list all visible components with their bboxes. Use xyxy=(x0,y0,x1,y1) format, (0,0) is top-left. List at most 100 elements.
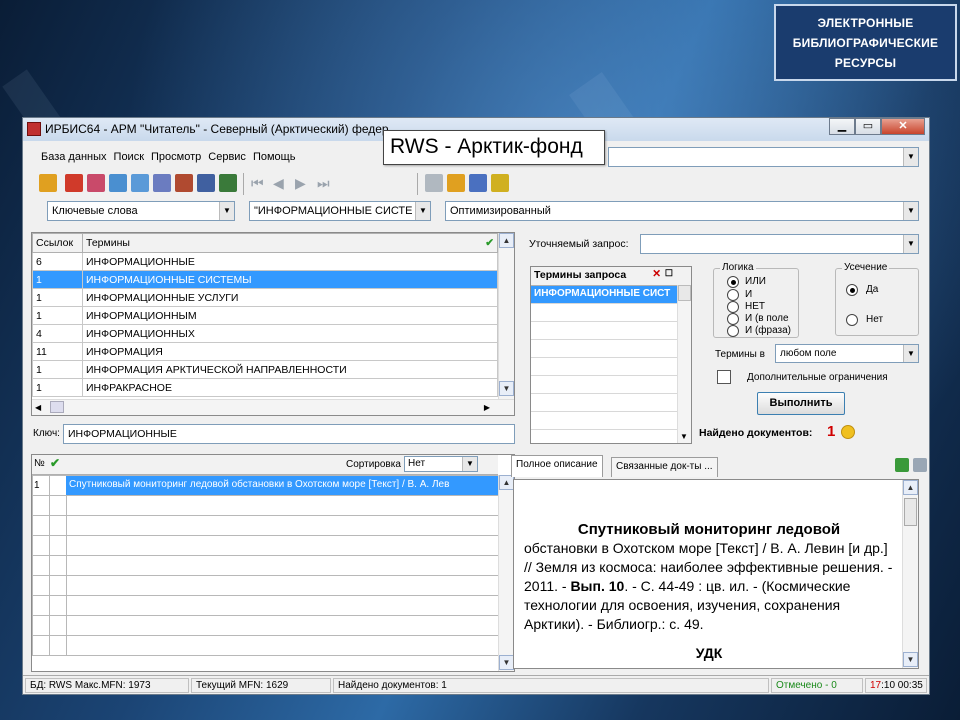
truncation-yes-label: Да xyxy=(866,284,879,295)
table-row[interactable]: 4 ИНФОРМАЦИОННЫХ xyxy=(32,324,498,343)
row-text-cell xyxy=(66,535,499,556)
logic-and-radio[interactable] xyxy=(727,289,739,301)
book-icon[interactable] xyxy=(175,174,193,192)
slide-title-line-2: БИБЛИОГРАФИЧЕСКИЕ xyxy=(792,36,939,50)
table-row[interactable]: 11 ИНФОРМАЦИЯ xyxy=(32,342,498,361)
search-type-select[interactable]: Ключевые слова ▼ xyxy=(47,201,235,221)
printer-icon[interactable] xyxy=(425,174,443,192)
help-icon[interactable] xyxy=(491,174,509,192)
basket-icon[interactable] xyxy=(65,174,83,192)
truncation-no-radio[interactable] xyxy=(846,314,858,326)
scroll-left-icon[interactable]: ◀ xyxy=(35,403,41,412)
description-scrollbar[interactable]: ▲ ▼ xyxy=(902,480,918,668)
logic-or-radio[interactable] xyxy=(727,276,739,288)
search-mode-select[interactable]: Оптимизированный ▼ xyxy=(445,201,919,221)
scroll-up-icon[interactable]: ▲ xyxy=(499,233,514,248)
row-text-cell xyxy=(66,615,499,636)
user-icon[interactable] xyxy=(39,174,57,192)
tab-linked-documents[interactable]: Связанные док-ты ... xyxy=(611,457,718,477)
scroll-up-icon[interactable]: ▲ xyxy=(499,475,514,490)
row-check[interactable] xyxy=(49,475,67,496)
column-header-number[interactable]: № xyxy=(34,458,45,469)
print-icon[interactable] xyxy=(913,458,927,472)
terms-vertical-scrollbar[interactable]: ▲ ▼ xyxy=(498,233,514,415)
column-header-terms[interactable]: Термины ✔ xyxy=(82,233,498,253)
query-term-empty xyxy=(531,394,691,412)
list-icon[interactable] xyxy=(131,174,149,192)
scroll-right-icon[interactable]: ▶ xyxy=(484,403,490,412)
scroll-thumb[interactable] xyxy=(904,498,917,526)
print-form-icon[interactable] xyxy=(87,174,105,192)
checkmark-icon[interactable]: ✔ xyxy=(485,237,494,249)
scroll-up-icon[interactable]: ▲ xyxy=(903,480,918,495)
database-select[interactable]: ▼ xyxy=(608,147,919,167)
menu-search[interactable]: Поиск xyxy=(114,151,144,163)
first-record-icon[interactable]: ⏮ xyxy=(251,175,264,192)
export-icon[interactable] xyxy=(109,174,127,192)
table-row[interactable]: 1 ИНФОРМАЦИЯ АРКТИЧЕСКОЙ НАПРАВЛЕННОСТИ xyxy=(32,360,498,379)
query-term-item[interactable]: ИНФОРМАЦИОННЫЕ СИСТ xyxy=(531,286,691,304)
settings-icon[interactable] xyxy=(469,174,487,192)
scroll-down-icon[interactable]: ▼ xyxy=(499,655,514,670)
table-cell-term: ИНФОРМАЦИЯ АРКТИЧЕСКОЙ НАПРАВЛЕННОСТИ xyxy=(82,360,498,379)
document-icon[interactable] xyxy=(219,174,237,192)
extra-restrictions-checkbox[interactable] xyxy=(717,370,731,384)
menu-view[interactable]: Просмотр xyxy=(151,151,201,163)
menu-service[interactable]: Сервис xyxy=(208,151,246,163)
terms-horizontal-scrollbar[interactable]: ◀ ▶ xyxy=(32,399,514,415)
next-record-icon[interactable]: ▶ xyxy=(295,175,306,192)
status-current-mfn: Текущий MFN: 1629 xyxy=(191,678,331,693)
menu-database[interactable]: База данных xyxy=(41,151,107,163)
table-row[interactable]: 1 ИНФОРМАЦИОННЫМ xyxy=(32,306,498,325)
menu-help[interactable]: Помощь xyxy=(253,151,296,163)
scroll-thumb[interactable] xyxy=(50,401,64,413)
logic-and-phrase-label: И (фраза) xyxy=(745,325,792,336)
logic-not-radio[interactable] xyxy=(727,301,739,313)
remove-term-icon[interactable]: ✕ xyxy=(652,268,661,280)
prev-record-icon[interactable]: ◀ xyxy=(273,175,284,192)
catalog-icon[interactable] xyxy=(197,174,215,192)
column-header-count[interactable]: Ссылок xyxy=(32,233,83,253)
truncation-yes-radio[interactable] xyxy=(846,284,858,296)
query-terms-scrollbar[interactable]: ▼ xyxy=(677,285,691,443)
basket-add-icon[interactable] xyxy=(895,458,909,472)
slide-title: ЭЛЕКТРОННЫЕ БИБЛИОГРАФИЧЕСКИЕ РЕСУРСЫ xyxy=(774,4,957,81)
row-text-cell xyxy=(66,515,499,536)
row-number xyxy=(32,615,50,636)
clear-terms-icon[interactable]: ☐ xyxy=(665,268,673,279)
results-scrollbar[interactable]: ▲ ▼ xyxy=(498,475,514,671)
close-button[interactable]: ✕ xyxy=(881,118,925,135)
maximize-button[interactable]: ▭ xyxy=(855,118,881,135)
result-row-selected[interactable]: Спутниковый мониторинг ледовой обстановк… xyxy=(66,476,498,495)
last-record-icon[interactable]: ⏭ xyxy=(317,175,330,192)
scroll-down-icon[interactable]: ▼ xyxy=(903,652,918,667)
logic-and-field-radio[interactable] xyxy=(727,313,739,325)
minimize-button[interactable]: ▁ xyxy=(829,118,855,135)
table-row[interactable]: 6 ИНФОРМАЦИОННЫЕ xyxy=(32,252,498,271)
scroll-down-icon[interactable]: ▼ xyxy=(499,381,514,396)
save-icon[interactable] xyxy=(447,174,465,192)
filter-icon[interactable] xyxy=(153,174,171,192)
chevron-down-icon: ▼ xyxy=(903,148,918,166)
run-search-button[interactable]: Выполнить xyxy=(757,392,845,415)
table-row-selected[interactable]: 1 ИНФОРМАЦИОННЫЕ СИСТЕМЫ xyxy=(32,270,498,289)
refine-query-select[interactable]: ▼ xyxy=(640,234,919,254)
table-row[interactable]: 1 ИНФРАКРАСНОЕ xyxy=(32,378,498,397)
logic-and-phrase-radio[interactable] xyxy=(727,325,739,337)
row-check xyxy=(49,575,67,596)
logic-caption: Логика xyxy=(720,262,756,273)
status-bar: БД: RWS Макс.MFN: 1973 Текущий MFN: 1629… xyxy=(23,675,929,694)
window-title: ИРБИС64 - АРМ "Читатель" - Северный (Арк… xyxy=(45,122,389,136)
row-number xyxy=(32,515,50,536)
scroll-thumb[interactable] xyxy=(678,285,691,301)
terms-in-select[interactable]: любом поле ▼ xyxy=(775,344,919,363)
checkmark-icon[interactable]: ✔ xyxy=(50,456,60,470)
term-prefix-input[interactable]: "ИНФОРМАЦИОННЫЕ СИСТЕ ▼ xyxy=(249,201,431,221)
sort-select[interactable]: Нет ▼ xyxy=(404,456,478,472)
key-input[interactable]: ИНФОРМАЦИОННЫЕ xyxy=(63,424,515,444)
query-terms-header: Термины запроса ✕ ☐ xyxy=(531,267,691,286)
scroll-down-icon[interactable]: ▼ xyxy=(680,432,688,441)
table-row[interactable]: 1 ИНФОРМАЦИОННЫЕ УСЛУГИ xyxy=(32,288,498,307)
tab-full-description[interactable]: Полное описание xyxy=(511,455,603,477)
table-cell-count: 1 xyxy=(32,270,83,289)
